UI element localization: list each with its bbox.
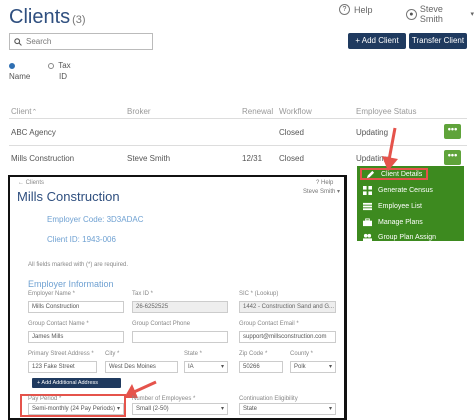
search-icon (14, 37, 22, 46)
label-primary-street: Primary Street Address * (28, 351, 94, 357)
arrow-down-icon (382, 127, 398, 171)
group-contact-email-field[interactable]: support@millsconstruction.com (239, 331, 336, 343)
user-menu[interactable]: ● Steve Smith ▾ (406, 4, 474, 24)
column-header-broker[interactable]: Broker (127, 107, 151, 116)
cell-broker: Steve Smith (127, 154, 171, 163)
column-header-employee-status[interactable]: Employee Status (356, 107, 416, 116)
column-header-renewal[interactable]: Renewal (242, 107, 273, 116)
cell-workflow: Closed (279, 154, 304, 163)
users-icon (363, 233, 372, 241)
briefcase-icon (363, 218, 372, 227)
question-icon: ? (339, 4, 350, 15)
client-id: Client ID: 1943-006 (47, 235, 116, 244)
cell-client[interactable]: ABC Agency (11, 128, 56, 137)
page-title: Clients (3) (9, 6, 86, 28)
row-actions-menu: Client Details Generate Census Employee … (357, 166, 464, 241)
row-actions-button[interactable]: ••• (444, 124, 461, 139)
radio-name[interactable] (9, 61, 15, 70)
label-state: State * (184, 351, 203, 357)
state-select[interactable]: IA (184, 361, 228, 373)
column-header-client[interactable]: Client⌃ (11, 107, 37, 116)
menu-item-employee-list[interactable]: Employee List (363, 202, 422, 211)
number-of-employees-select[interactable]: Small (2-50) (132, 403, 228, 415)
transfer-client-button[interactable]: Transfer Client (409, 33, 467, 49)
card-help-link[interactable]: ? Help (316, 180, 333, 186)
pencil-icon (366, 170, 375, 179)
user-icon: ● (406, 8, 417, 20)
continuation-eligibility-select[interactable]: State (239, 403, 336, 415)
chevron-down-icon: ▾ (470, 11, 474, 18)
cell-workflow: Closed (279, 128, 304, 137)
row-actions-button[interactable]: ••• (444, 150, 461, 165)
menu-item-generate-census[interactable]: Generate Census (363, 186, 433, 195)
primary-street-field[interactable]: 123 Fake Street (28, 361, 97, 373)
label-sic: SIC * (Lookup) (239, 291, 279, 297)
required-note: All fields marked with (*) are required. (28, 262, 129, 268)
client-title: Mills Construction (17, 189, 120, 204)
label-employer-name: Employer Name * (28, 291, 76, 297)
county-select[interactable]: Polk (290, 361, 336, 373)
radio-selected-icon (9, 62, 15, 69)
label-number-of-employees: Number of Employees * (132, 396, 196, 402)
help-link[interactable]: ? Help (339, 4, 373, 15)
cell-client[interactable]: Mills Construction (11, 154, 74, 163)
group-contact-name-field[interactable]: James Mills (28, 331, 124, 343)
pay-period-select[interactable]: Semi-monthly (24 Pay Periods) (28, 403, 124, 415)
label-city: City * (105, 351, 120, 357)
label-tax-id: Tax ID * (132, 291, 154, 297)
grid-icon (363, 186, 372, 195)
search-input[interactable] (26, 37, 136, 46)
cell-renewal: 12/31 (242, 154, 263, 163)
breadcrumb[interactable]: ← Clients (18, 180, 44, 186)
label-pay-period: Pay Period * (28, 396, 62, 402)
column-header-workflow[interactable]: Workflow (279, 107, 312, 116)
card-user-menu[interactable]: Steve Smith ▾ (303, 188, 340, 195)
sort-up-icon: ⌃ (31, 109, 38, 116)
client-count: (3) (72, 14, 86, 26)
section-title: Employer Information (28, 279, 114, 289)
radio-taxid[interactable]: Tax (48, 61, 71, 70)
list-icon (363, 202, 372, 211)
radio-taxid-label: Tax (58, 61, 71, 70)
employer-code: Employer Code: 3D3ADAC (47, 215, 144, 224)
group-contact-phone-field[interactable] (132, 331, 228, 343)
zip-field[interactable]: 50266 (239, 361, 283, 373)
label-group-contact-phone: Group Contact Phone (132, 321, 191, 327)
add-additional-address-button[interactable]: + Add Additional Address (32, 378, 121, 388)
menu-item-manage-plans[interactable]: Manage Plans (363, 218, 423, 227)
label-group-contact-email: Group Contact Email * (239, 321, 299, 327)
label-zip: Zip Code * (239, 351, 268, 357)
table-divider (9, 118, 467, 119)
employer-name-field[interactable]: Mills Construction (28, 301, 124, 313)
tax-id-field: 26-6252525 (132, 301, 228, 313)
add-client-button[interactable]: + Add Client (348, 33, 406, 49)
menu-item-group-plan-assign[interactable]: Group Plan Assign (363, 233, 436, 241)
radio-name-label: Name (9, 72, 31, 81)
label-continuation-eligibility: Continuation Eligibility (239, 396, 298, 402)
radio-taxid-label-id: ID (59, 72, 67, 81)
label-group-contact-name: Group Contact Name * (28, 321, 89, 327)
sic-field: 1442 - Construction Sand and G... (239, 301, 336, 313)
label-county: County * (290, 351, 314, 357)
radio-unselected-icon (48, 62, 54, 69)
search-box[interactable] (9, 33, 153, 50)
city-field[interactable]: West Des Moines (105, 361, 178, 373)
